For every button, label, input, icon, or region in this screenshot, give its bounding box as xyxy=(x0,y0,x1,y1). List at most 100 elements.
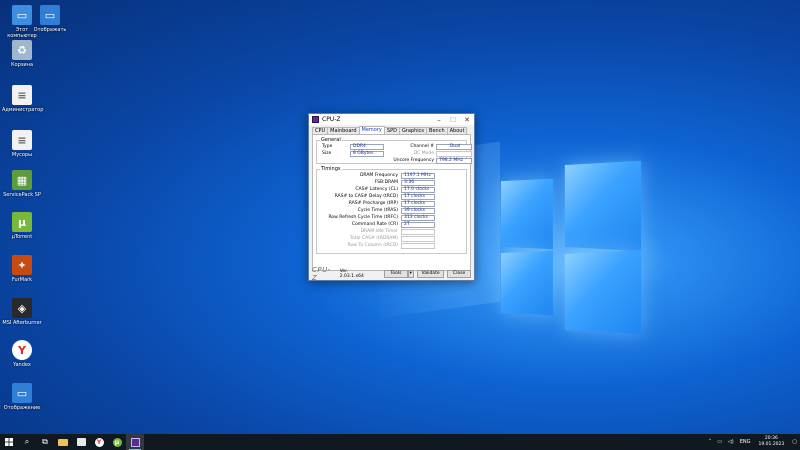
size-label: Size xyxy=(322,151,332,156)
notifications-icon[interactable]: ▢ xyxy=(789,439,800,445)
taskbar-explorer[interactable] xyxy=(54,434,72,450)
clock-date: 19.01.2023 xyxy=(758,442,785,447)
document-icon: ≡ xyxy=(12,85,32,105)
timing-value: 3:36 xyxy=(401,180,435,186)
language-indicator[interactable]: ENG xyxy=(737,439,754,445)
timing-label: DRAM Frequency xyxy=(359,173,398,178)
desktop-icon-label: MSI Afterburner xyxy=(2,320,42,326)
computer-icon: ▭ xyxy=(12,5,32,25)
logo-pane-bottom-left xyxy=(500,250,553,316)
desktop-icon-label: FurMark xyxy=(11,277,33,283)
tools-button[interactable]: Tools xyxy=(384,269,408,278)
desktop-icon-label: Yandex xyxy=(13,362,31,368)
search-button[interactable]: ⌕ xyxy=(18,434,36,450)
desktop-icon[interactable]: ▦ ServicePack SP xyxy=(2,170,42,198)
tools-dropdown-button[interactable]: ▾ xyxy=(407,269,414,278)
cpuz-app-icon xyxy=(312,116,319,123)
furmark-icon: ✦ xyxy=(12,255,32,275)
timing-value xyxy=(401,243,435,249)
close-button[interactable]: Close xyxy=(447,269,472,278)
desktop-icon-label: Администратор xyxy=(2,107,44,113)
cpuz-window[interactable]: CPU-Z – ☐ ✕ CPU Mainboard Memory SPD Graphic… xyxy=(308,113,475,282)
desktop-icon[interactable]: Y Yandex xyxy=(2,340,42,368)
desktop-icon[interactable]: ▭ Отображение xyxy=(2,383,42,411)
dc-mode-label: DC Mode xyxy=(413,151,434,156)
title-bar[interactable]: CPU-Z – ☐ ✕ xyxy=(309,114,474,125)
document-icon: ≡ xyxy=(12,130,32,150)
minimize-button[interactable]: – xyxy=(432,114,446,125)
timing-value xyxy=(401,236,435,242)
desktop-icon[interactable]: ✦ FurMark xyxy=(2,255,42,283)
clock[interactable]: 20:36 19.01.2023 xyxy=(754,436,790,448)
taskbar-yandex[interactable]: Y xyxy=(90,434,108,450)
type-label: Type xyxy=(322,144,333,149)
timing-value: 39 clocks xyxy=(401,208,435,214)
size-value: 8 GBytes xyxy=(350,151,384,157)
uncore-frequency-value: 798.2 MHz xyxy=(436,158,472,164)
timing-label: DRAM Idle Timer xyxy=(360,229,398,234)
taskbar-utorrent[interactable]: µ xyxy=(108,434,126,450)
timing-label: CAS# Latency (CL) xyxy=(355,187,398,192)
windows-icon xyxy=(5,438,13,446)
window-title: CPU-Z xyxy=(322,116,341,123)
taskbar-store[interactable] xyxy=(72,434,90,450)
close-window-button[interactable]: ✕ xyxy=(460,114,474,125)
desktop-icon[interactable]: ▭ Отображать xyxy=(30,5,70,33)
timings-group: Timings DRAM Frequency 1197.1 MHz FSB:DRAM… xyxy=(316,166,467,254)
desktop-icon-label: ServicePack SP xyxy=(3,192,41,198)
desktop-icon[interactable]: ◈ MSI Afterburner xyxy=(2,298,42,326)
logo-pane-bottom-right xyxy=(564,249,642,335)
utorrent-icon: µ xyxy=(12,212,32,232)
maximize-button[interactable]: ☐ xyxy=(446,114,460,125)
timing-value: 313 clocks xyxy=(401,215,435,221)
system-tray: ˄ ▭ ◁) ENG 20:36 19.01.2023 ▢ xyxy=(706,434,800,450)
task-view-button[interactable]: ⧉ xyxy=(36,434,54,450)
task-view-icon: ⧉ xyxy=(42,437,48,446)
timing-label: Command Rate (CR) xyxy=(351,222,398,227)
desktop-icon[interactable]: µ µTorrent xyxy=(2,212,42,240)
general-group: General Type DDR4 Channel # Dual Size 8 … xyxy=(316,137,472,164)
desktop-icon[interactable]: ≡ Администратор xyxy=(2,85,44,113)
close-label: Close xyxy=(453,270,466,276)
timing-label: RAS# Precharge (tRP) xyxy=(348,201,398,206)
desktop-icon[interactable]: ♻ Корзина xyxy=(2,40,42,68)
logo-pane-top-right xyxy=(564,160,642,252)
chip-icon: ▦ xyxy=(12,170,32,190)
timing-value: 1197.1 MHz xyxy=(401,173,435,179)
uncore-frequency-label: Uncore Frequency xyxy=(393,158,434,163)
network-icon[interactable]: ▭ xyxy=(714,439,725,445)
desktop-icon-label: Корзина xyxy=(10,62,34,68)
monitor-icon: ▭ xyxy=(40,5,60,25)
version-text: Ver. 2.03.1.x64 xyxy=(339,268,364,279)
type-value: DDR4 xyxy=(350,144,384,150)
store-icon xyxy=(76,438,86,446)
taskbar: ⌕ ⧉ Y µ ˄ ▭ ◁) ENG 20:36 19.01.2023 ▢ xyxy=(0,434,800,450)
timing-label: Row To Column (tRCD) xyxy=(347,243,398,248)
timing-value: 17.0 clocks xyxy=(401,187,435,193)
monitor-icon: ▭ xyxy=(12,383,32,403)
timing-value: 17 clocks xyxy=(401,201,435,207)
timing-value xyxy=(401,229,435,235)
search-icon: ⌕ xyxy=(24,437,30,446)
validate-button[interactable]: Validate xyxy=(416,269,445,278)
chevron-down-icon: ▾ xyxy=(409,270,412,276)
desktop-icon-label: Отображение xyxy=(3,405,41,411)
timing-label: FSB:DRAM xyxy=(374,180,398,185)
yandex-icon: Y xyxy=(94,437,104,447)
utorrent-icon: µ xyxy=(112,437,122,447)
volume-icon[interactable]: ◁) xyxy=(725,439,737,445)
taskbar-cpuz[interactable] xyxy=(126,434,144,450)
timing-label: Cycle Time (tRAS) xyxy=(357,208,398,213)
validate-label: Validate xyxy=(421,270,440,276)
general-legend: General xyxy=(321,137,341,143)
yandex-icon: Y xyxy=(12,340,32,360)
desktop-icon-label: Отображать xyxy=(33,27,67,33)
desktop-icon[interactable]: ≡ Мусоры xyxy=(2,130,42,158)
tab-strip: CPU Mainboard Memory SPD Graphics Bench About xyxy=(309,125,474,135)
start-button[interactable] xyxy=(0,434,18,450)
cpuz-icon xyxy=(130,437,140,447)
tools-label: Tools xyxy=(390,270,402,276)
timing-label: RAS# to CAS# Delay (tRCD) xyxy=(334,194,398,199)
tray-overflow-icon[interactable]: ˄ xyxy=(706,439,715,445)
logo-pane-top-left xyxy=(500,178,553,250)
